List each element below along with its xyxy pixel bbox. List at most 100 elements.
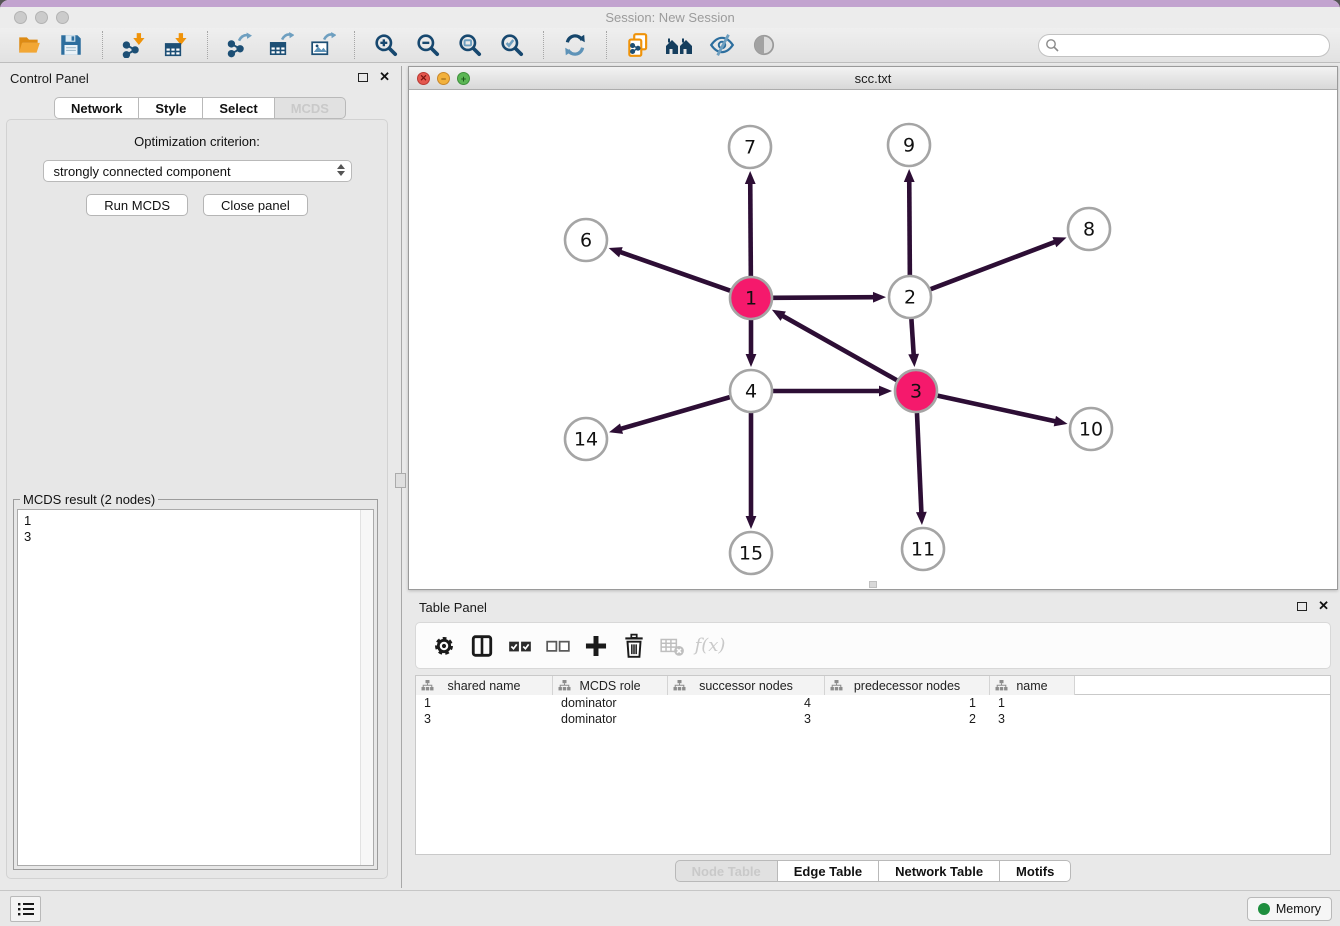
- control-panel: Control Panel ✕ Network Style Select MCD…: [0, 66, 400, 888]
- table-cell[interactable]: dominator: [553, 695, 668, 711]
- run-mcds-button[interactable]: Run MCDS: [86, 194, 188, 216]
- close-table-panel-icon[interactable]: ✕: [1318, 600, 1329, 612]
- table-cell[interactable]: 4: [668, 695, 825, 711]
- graph-node-8[interactable]: 8: [1068, 208, 1110, 250]
- export-table-icon[interactable]: [266, 30, 296, 60]
- graph-node-4[interactable]: 4: [730, 370, 772, 412]
- svg-text:10: 10: [1079, 419, 1103, 441]
- graph-node-9[interactable]: 9: [888, 124, 930, 166]
- close-panel-button[interactable]: Close panel: [203, 194, 308, 216]
- import-network-icon[interactable]: [119, 30, 149, 60]
- zoom-fit-icon[interactable]: [455, 30, 485, 60]
- float-panel-icon[interactable]: [358, 73, 368, 82]
- float-table-panel-icon[interactable]: [1297, 602, 1307, 611]
- open-session-icon[interactable]: [14, 30, 44, 60]
- graph-edge-4-14[interactable]: [620, 397, 730, 429]
- memory-label: Memory: [1276, 902, 1321, 916]
- memory-button[interactable]: Memory: [1247, 897, 1332, 921]
- graph-node-1[interactable]: 1: [730, 277, 772, 319]
- column-header[interactable]: shared name: [416, 676, 553, 695]
- tab-motifs[interactable]: Motifs: [1000, 860, 1071, 882]
- copy-style-icon[interactable]: [623, 30, 653, 60]
- graph-edge-1-6[interactable]: [619, 252, 730, 291]
- table-cell[interactable]: 1: [990, 695, 1075, 711]
- graph-edge-2-8[interactable]: [931, 241, 1057, 289]
- create-column-icon[interactable]: [581, 631, 611, 661]
- graph-node-3[interactable]: 3: [895, 370, 937, 412]
- tab-select[interactable]: Select: [203, 97, 274, 119]
- graph-edge-2-9[interactable]: [909, 180, 910, 275]
- column-header[interactable]: MCDS role: [553, 676, 668, 695]
- column-header[interactable]: predecessor nodes: [825, 676, 990, 695]
- result-scrollbar[interactable]: [360, 510, 373, 865]
- import-table-icon[interactable]: [161, 30, 191, 60]
- graph-node-10[interactable]: 10: [1070, 408, 1112, 450]
- panel-divider-grip[interactable]: [395, 473, 406, 488]
- zoom-in-icon[interactable]: [371, 30, 401, 60]
- graph-node-14[interactable]: 14: [565, 418, 607, 460]
- close-panel-icon[interactable]: ✕: [379, 71, 390, 83]
- network-window-title: scc.txt: [409, 71, 1337, 86]
- export-network-icon[interactable]: [224, 30, 254, 60]
- tab-network-table[interactable]: Network Table: [879, 860, 1000, 882]
- table-panel: Table Panel ✕: [408, 595, 1338, 888]
- graph-node-7[interactable]: 7: [729, 126, 771, 168]
- tab-edge-table[interactable]: Edge Table: [778, 860, 879, 882]
- table-cell[interactable]: 3: [416, 711, 553, 727]
- svg-text:3: 3: [910, 381, 922, 403]
- svg-text:6: 6: [580, 230, 592, 252]
- graph-edge-2-3[interactable]: [911, 319, 913, 356]
- unselect-all-columns-icon[interactable]: [543, 631, 573, 661]
- list-icon: [16, 900, 36, 918]
- table-settings-gear-icon[interactable]: [429, 631, 459, 661]
- home-networks-icon[interactable]: [665, 30, 695, 60]
- refresh-layout-icon[interactable]: [560, 30, 590, 60]
- graph-edge-3-11[interactable]: [917, 413, 921, 514]
- graph-node-11[interactable]: 11: [902, 528, 944, 570]
- delete-column-icon[interactable]: [619, 631, 649, 661]
- graph-node-6[interactable]: 6: [565, 219, 607, 261]
- graph-node-2[interactable]: 2: [889, 276, 931, 318]
- table-row[interactable]: 1dominator411: [416, 695, 1330, 711]
- table-row[interactable]: 3dominator323: [416, 711, 1330, 727]
- table-tabs: Node Table Edge Table Network Table Moti…: [408, 860, 1338, 882]
- tab-style[interactable]: Style: [139, 97, 203, 119]
- network-canvas[interactable]: 7 9 6 8 1 2 4 3 14 10 15 11: [409, 90, 1337, 589]
- table-cell[interactable]: 3: [990, 711, 1075, 727]
- svg-text:11: 11: [911, 539, 935, 561]
- select-all-columns-icon[interactable]: [505, 631, 535, 661]
- optimization-criterion-label: Optimization criterion:: [7, 134, 387, 149]
- column-header[interactable]: successor nodes: [668, 676, 825, 695]
- mcds-result-lines: 1 3: [18, 510, 373, 548]
- criterion-select[interactable]: strongly connected component: [43, 160, 352, 182]
- table-cell[interactable]: 1: [416, 695, 553, 711]
- table-cell[interactable]: 3: [668, 711, 825, 727]
- table-cell[interactable]: dominator: [553, 711, 668, 727]
- show-columns-icon[interactable]: [467, 631, 497, 661]
- save-session-icon[interactable]: [56, 30, 86, 60]
- tab-network[interactable]: Network: [54, 97, 139, 119]
- zoom-out-icon[interactable]: [413, 30, 443, 60]
- tab-mcds[interactable]: MCDS: [275, 97, 346, 119]
- eye-disabled-icon: [749, 30, 779, 60]
- node-table[interactable]: shared nameMCDS rolesuccessor nodesprede…: [415, 675, 1331, 855]
- network-window-titlebar[interactable]: ✕ − + scc.txt: [409, 67, 1337, 90]
- mcds-result-box[interactable]: 1 3: [17, 509, 374, 866]
- table-cell[interactable]: 1: [825, 695, 990, 711]
- graph-edge-3-1[interactable]: [781, 315, 896, 380]
- table-toolbar: f(x): [415, 622, 1331, 669]
- export-image-icon[interactable]: [308, 30, 338, 60]
- graph-edge-3-10[interactable]: [937, 396, 1056, 422]
- search-input[interactable]: [1038, 34, 1330, 57]
- task-history-button[interactable]: [10, 896, 41, 922]
- tab-node-table[interactable]: Node Table: [675, 860, 778, 882]
- column-header[interactable]: name: [990, 676, 1075, 695]
- graph-node-15[interactable]: 15: [730, 532, 772, 574]
- zoom-selected-icon[interactable]: [497, 30, 527, 60]
- canvas-scroll-grip[interactable]: [869, 581, 877, 588]
- graph-edge-1-7[interactable]: [750, 182, 751, 276]
- hide-graphics-icon[interactable]: [707, 30, 737, 60]
- table-cell[interactable]: 2: [825, 711, 990, 727]
- column-hierarchy-icon: [995, 680, 1008, 694]
- graph-edge-1-2[interactable]: [773, 297, 875, 298]
